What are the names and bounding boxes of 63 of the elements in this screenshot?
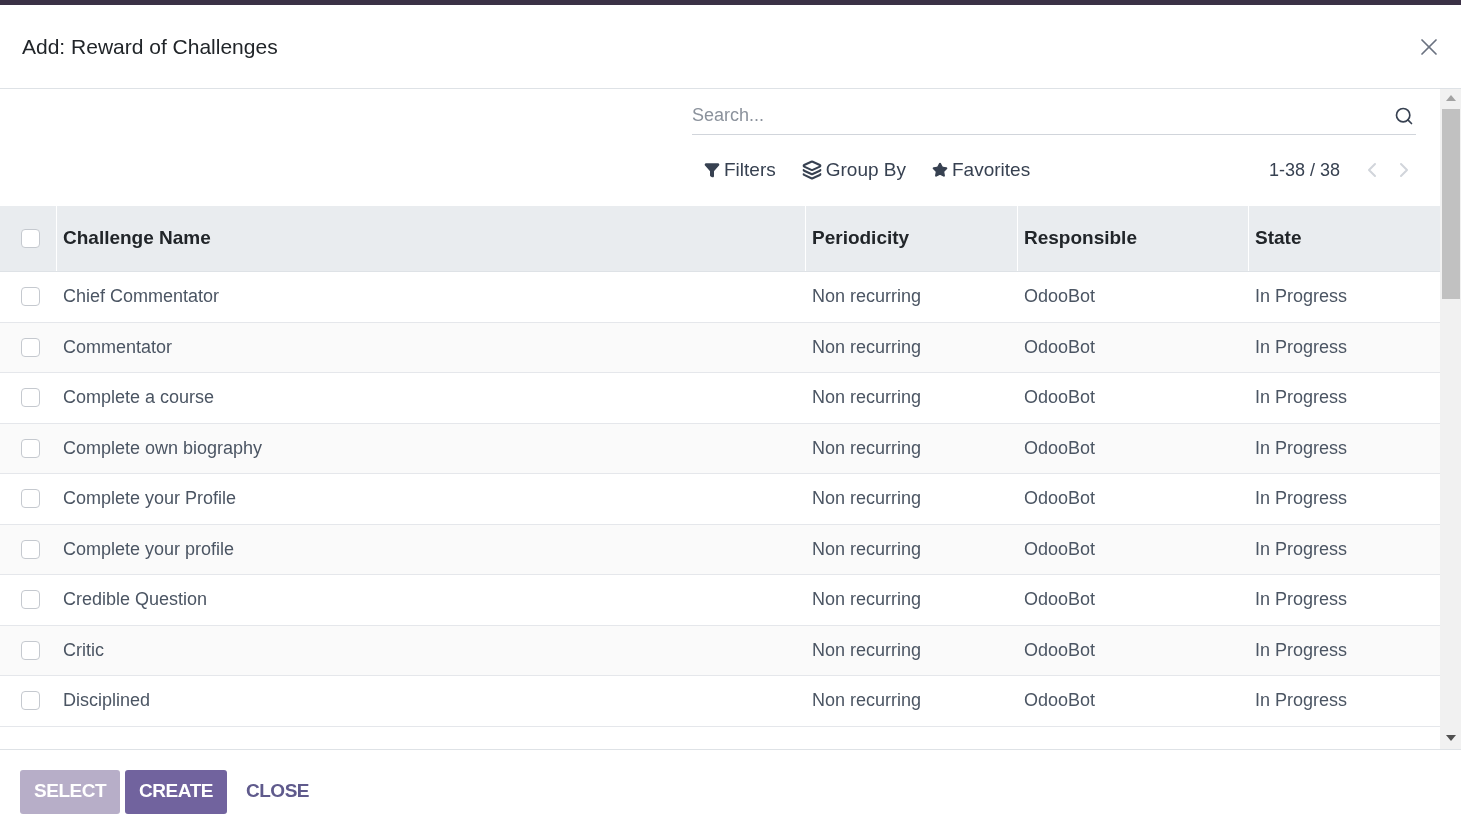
table-cell: OdooBot — [1024, 639, 1096, 660]
checkbox[interactable] — [21, 388, 40, 408]
column-header[interactable]: Challenge Name — [63, 224, 211, 253]
dialog-title: Add: Reward of Challenges — [22, 33, 278, 60]
search-icon[interactable] — [1394, 105, 1414, 126]
table-cell: Non recurring — [812, 538, 922, 559]
dialog-button[interactable]: CREATE — [125, 769, 227, 814]
table-cell: Non recurring — [812, 286, 922, 307]
table-cell: In Progress — [1255, 538, 1348, 559]
column-header[interactable]: Periodicity — [812, 224, 910, 253]
table-cell: Credible Question — [63, 589, 208, 610]
toolbar-button[interactable]: Favorites — [932, 156, 1031, 185]
scrollbar[interactable] — [1440, 89, 1461, 749]
toolbar-button[interactable]: Filters — [704, 156, 776, 185]
checkbox[interactable] — [21, 640, 40, 660]
table-cell: Non recurring — [812, 336, 922, 357]
table-cell: In Progress — [1255, 639, 1348, 660]
table-cell: Complete your Profile — [63, 488, 237, 509]
column-header[interactable]: State — [1255, 224, 1302, 253]
filter-icon — [704, 162, 720, 179]
checkbox[interactable] — [21, 691, 40, 711]
table-cell: Commentator — [63, 336, 173, 357]
table-cell: In Progress — [1255, 286, 1348, 307]
table-cell: OdooBot — [1024, 589, 1096, 610]
table-cell: OdooBot — [1024, 538, 1096, 559]
table-cell: Complete your profile — [63, 538, 235, 559]
table-cell: OdooBot — [1024, 437, 1096, 458]
search-field[interactable]: Search... — [692, 102, 1394, 129]
table-cell: Non recurring — [812, 387, 922, 408]
checkbox[interactable] — [21, 337, 40, 357]
table-cell: In Progress — [1255, 690, 1348, 711]
table-cell: OdooBot — [1024, 488, 1096, 509]
layers-icon — [801, 160, 822, 181]
checkbox[interactable] — [20, 229, 40, 248]
table-cell: In Progress — [1255, 336, 1348, 357]
pager-range: 1-38 / 38 — [1268, 158, 1340, 182]
table-cell: Non recurring — [812, 437, 922, 458]
checkbox[interactable] — [21, 438, 40, 458]
toolbar-button[interactable]: Group By — [801, 156, 906, 185]
table-cell: In Progress — [1255, 387, 1348, 408]
table-cell: Complete a course — [63, 387, 215, 408]
checkbox[interactable] — [21, 489, 40, 509]
checkbox[interactable] — [21, 539, 40, 559]
table-cell: Critic — [63, 639, 104, 660]
table-cell: In Progress — [1255, 437, 1348, 458]
table-cell: OdooBot — [1024, 387, 1096, 408]
table-cell: In Progress — [1255, 488, 1348, 509]
table-cell: OdooBot — [1024, 286, 1096, 307]
table-cell: Disciplined — [63, 690, 151, 711]
checkbox[interactable] — [21, 287, 40, 307]
star-icon — [932, 162, 948, 179]
table-cell: Non recurring — [812, 589, 922, 610]
table-cell: OdooBot — [1024, 336, 1096, 357]
table-cell: Non recurring — [812, 690, 922, 711]
checkbox[interactable] — [21, 590, 40, 610]
column-header[interactable]: Responsible — [1024, 224, 1137, 253]
table-cell: Non recurring — [812, 488, 922, 509]
table-cell: Chief Commentator — [63, 286, 220, 307]
table-cell: Complete own biography — [63, 437, 263, 458]
table-cell: Non recurring — [812, 639, 922, 660]
table-cell: OdooBot — [1024, 690, 1096, 711]
close-link[interactable]: CLOSE — [231, 769, 324, 814]
table-cell: In Progress — [1255, 589, 1348, 610]
